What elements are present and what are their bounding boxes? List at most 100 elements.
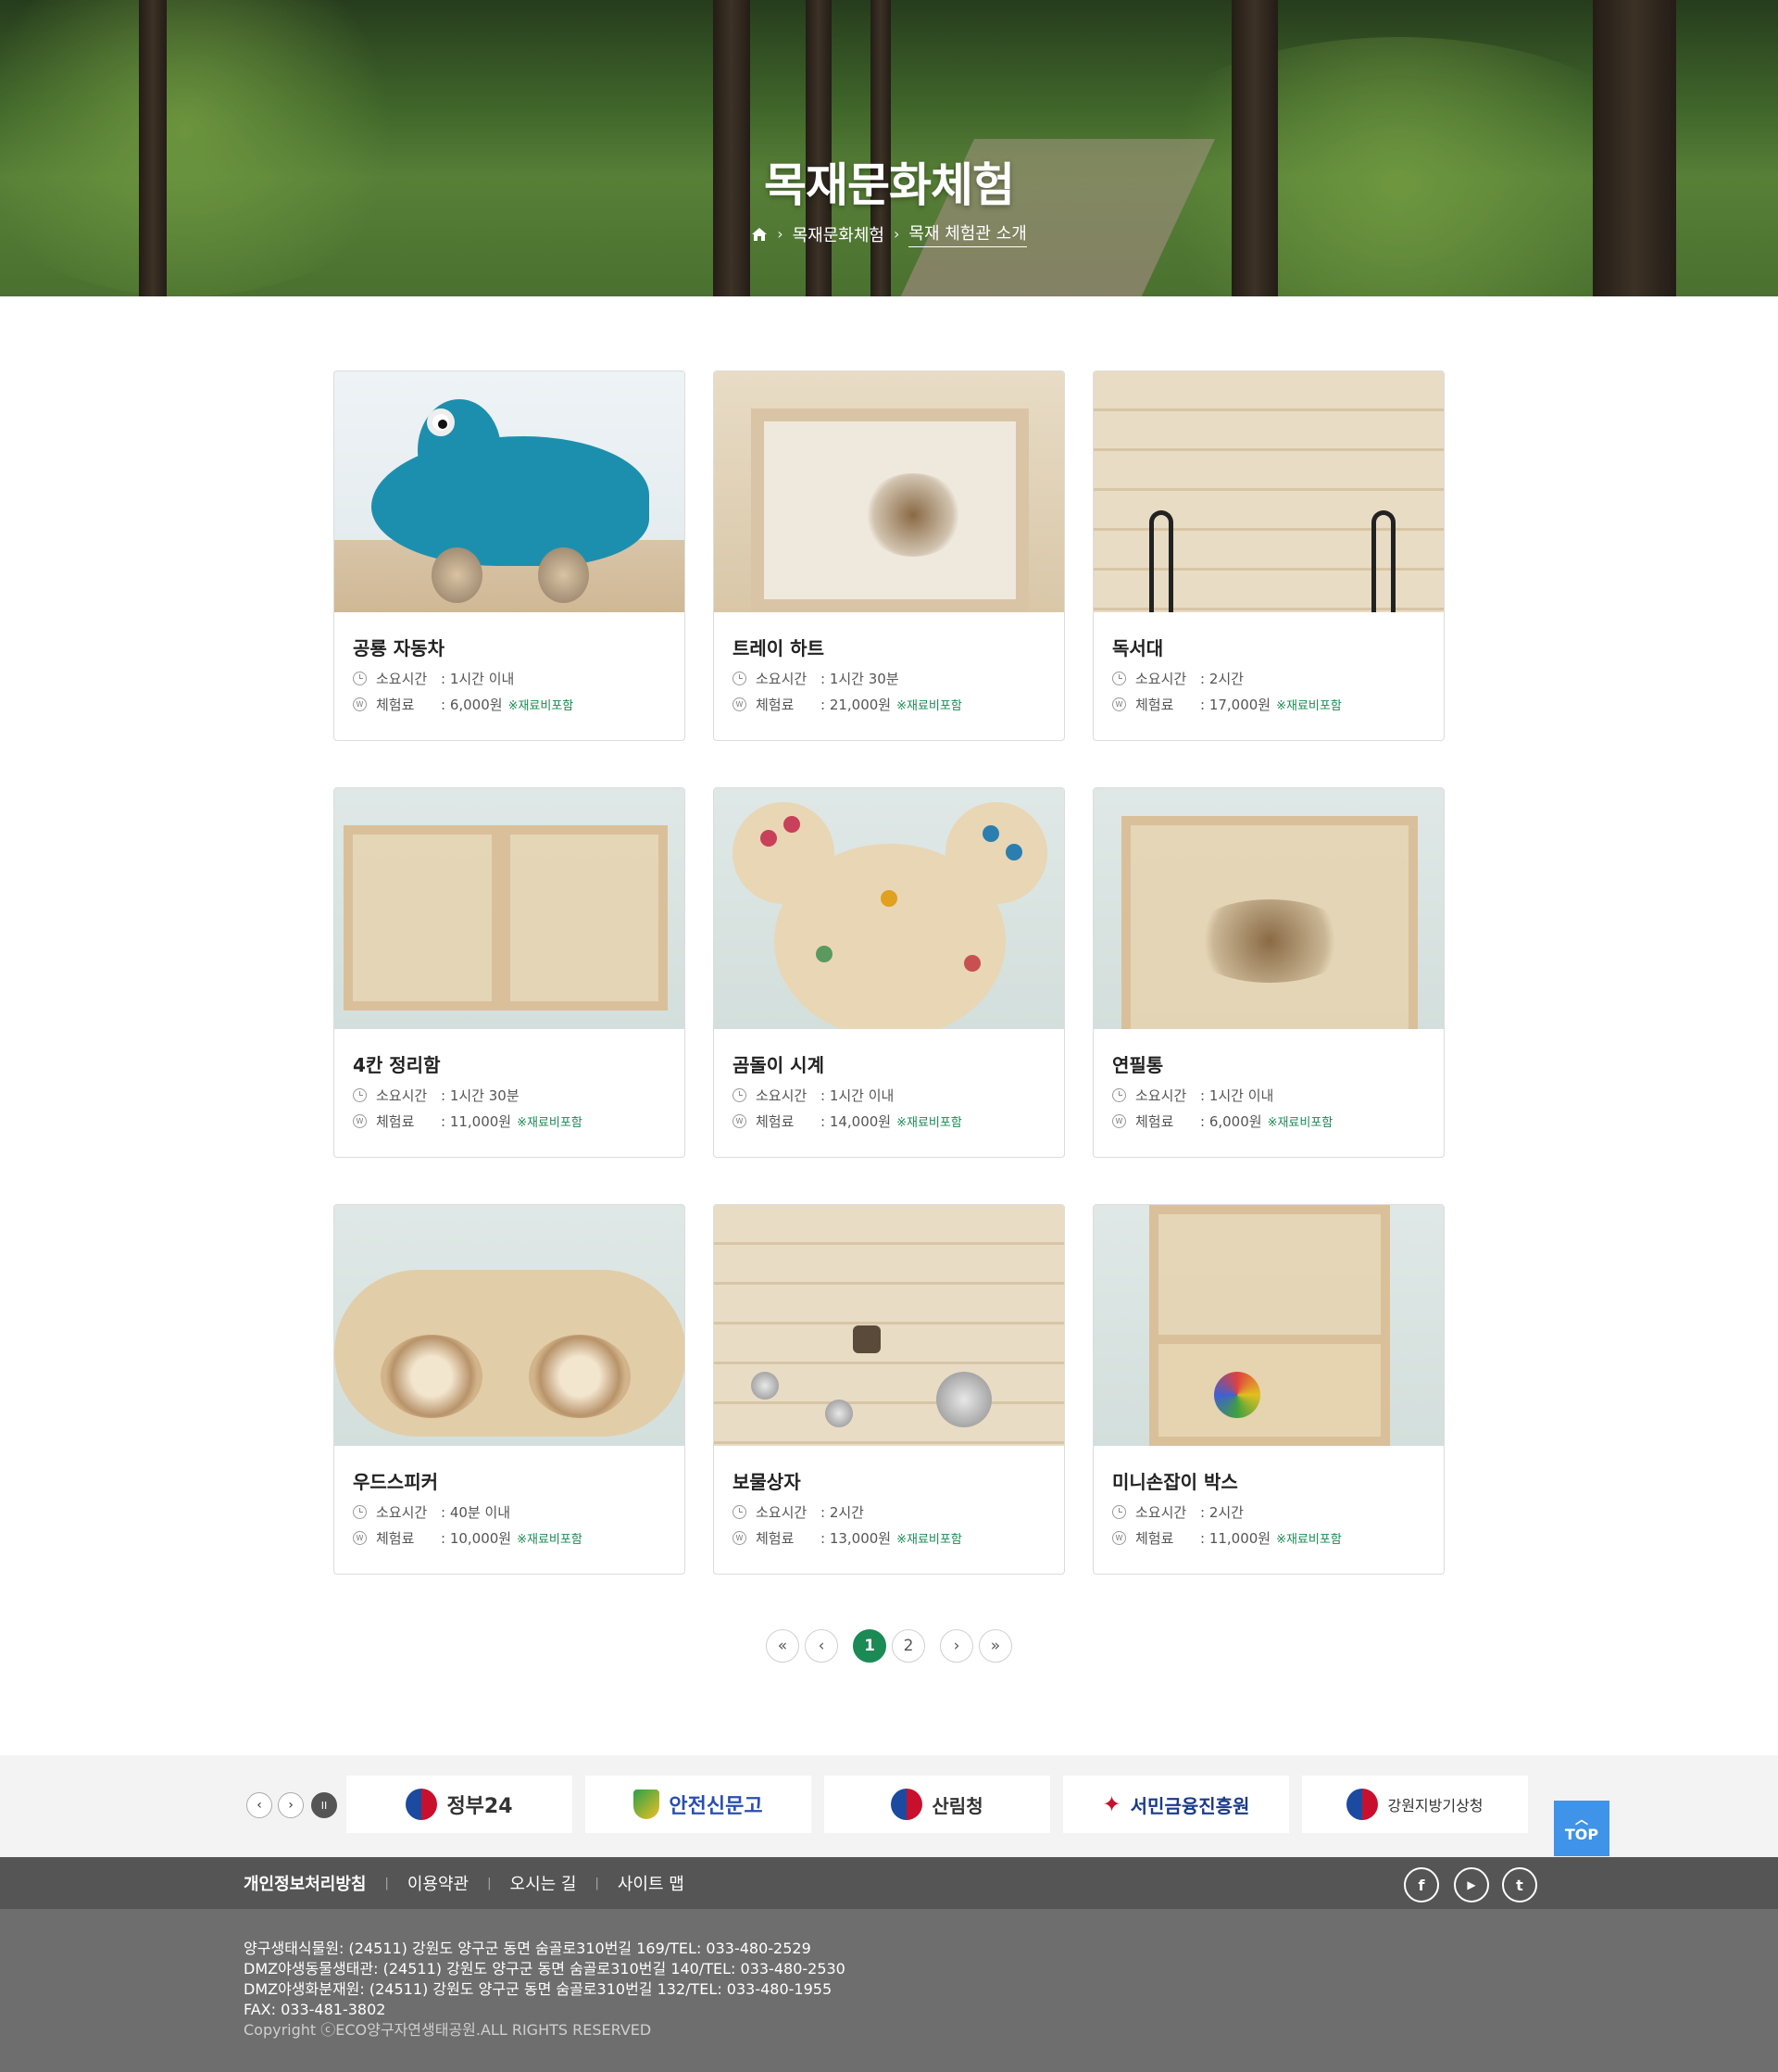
fee-note: ※재료비포함 bbox=[1276, 699, 1342, 713]
fee-value: : 14,000원 bbox=[820, 1113, 892, 1130]
clock-icon bbox=[1112, 1505, 1126, 1519]
facebook-icon[interactable]: f bbox=[1404, 1867, 1439, 1902]
fee-note: ※재료비포함 bbox=[507, 699, 574, 713]
fee-label: 체험료 bbox=[756, 1113, 795, 1130]
fee-value: : 13,000원 bbox=[820, 1530, 892, 1547]
fee-note: ※재료비포함 bbox=[896, 699, 962, 713]
chevron-up-icon: ︿ bbox=[1575, 1812, 1588, 1827]
program-card[interactable]: 미니손잡이 박스 소요시간: 2시간 W 체험료: 11,000원 ※재료비포함 bbox=[1093, 1204, 1445, 1575]
chevron-right-icon: › bbox=[893, 225, 900, 243]
clock-icon bbox=[353, 1088, 367, 1102]
fee-label: 체험료 bbox=[376, 1530, 415, 1547]
time-value: : 1시간 이내 bbox=[1200, 1087, 1274, 1104]
program-card[interactable]: 트레이 하트 소요시간: 1시간 30분 W 체험료: 21,000원 ※재료비포함 bbox=[713, 370, 1065, 741]
program-card[interactable]: 4칸 정리함 소요시간: 1시간 30분 W 체험료: 11,000원 ※재료비포함 bbox=[333, 787, 685, 1158]
chevron-right-icon: › bbox=[777, 225, 783, 243]
address-line: DMZ야생화분재원: (24511) 강원도 양구군 동면 숨골로310번길 1… bbox=[244, 1980, 833, 1998]
banner-kinfa[interactable]: ✦ 서민금융진흥원 bbox=[1063, 1776, 1289, 1833]
fee-value: : 10,000원 bbox=[441, 1530, 512, 1547]
fee-label: 체험료 bbox=[756, 1530, 795, 1547]
address-line: DMZ야생동물생태관: (24511) 강원도 양구군 동면 숨골로310번길 … bbox=[244, 1960, 845, 1978]
fee-label: 체험료 bbox=[376, 1113, 415, 1130]
time-label: 소요시간 bbox=[376, 671, 428, 687]
time-label: 소요시간 bbox=[756, 671, 808, 687]
taegeuk-logo-icon bbox=[891, 1789, 923, 1820]
fee-value: : 11,000원 bbox=[1200, 1530, 1271, 1547]
time-label: 소요시간 bbox=[1135, 1504, 1187, 1521]
program-image bbox=[1094, 788, 1444, 1029]
prev-page-button[interactable]: ‹ bbox=[805, 1629, 838, 1663]
program-image bbox=[1094, 1205, 1444, 1446]
time-label: 소요시간 bbox=[376, 1087, 428, 1104]
banner-next-button[interactable]: › bbox=[278, 1792, 304, 1818]
clock-icon bbox=[732, 672, 746, 685]
program-image bbox=[714, 371, 1064, 612]
scroll-top-button[interactable]: ︿ TOP bbox=[1554, 1801, 1609, 1856]
first-page-button[interactable]: « bbox=[766, 1629, 799, 1663]
banner-weather-office[interactable]: 강원지방기상청 bbox=[1302, 1776, 1528, 1833]
won-icon: W bbox=[1112, 697, 1126, 711]
fee-value: : 6,000원 bbox=[441, 697, 503, 713]
won-icon: W bbox=[353, 697, 367, 711]
time-label: 소요시간 bbox=[1135, 671, 1187, 687]
program-title: 독서대 bbox=[1112, 637, 1164, 659]
breadcrumb: › 목재문화체험 › 목재 체험관 소개 bbox=[0, 220, 1778, 247]
program-card[interactable]: 독서대 소요시간: 2시간 W 체험료: 17,000원 ※재료비포함 bbox=[1093, 370, 1445, 741]
hero-banner: 목재문화체험 › 목재문화체험 › 목재 체험관 소개 bbox=[0, 0, 1778, 296]
fax-line: FAX: 033-481-3802 bbox=[244, 2001, 386, 2018]
fee-value: : 6,000원 bbox=[1200, 1113, 1262, 1130]
breadcrumb-current[interactable]: 목재 체험관 소개 bbox=[908, 220, 1027, 247]
kinfa-logo-icon: ✦ bbox=[1102, 1791, 1121, 1817]
terms-link[interactable]: 이용약관 bbox=[389, 1871, 487, 1895]
banner-pause-button[interactable]: II bbox=[311, 1792, 337, 1818]
clock-icon bbox=[1112, 1088, 1126, 1102]
address-line: 양구생태식물원: (24511) 강원도 양구군 동면 숨골로310번길 169… bbox=[244, 1940, 811, 1957]
fee-note: ※재료비포함 bbox=[517, 1116, 582, 1130]
breadcrumb-item[interactable]: 목재문화체험 bbox=[793, 222, 884, 246]
won-icon: W bbox=[353, 1531, 367, 1545]
won-icon: W bbox=[732, 697, 746, 711]
program-image bbox=[1094, 371, 1444, 612]
program-card[interactable]: 보물상자 소요시간: 2시간 W 체험료: 13,000원 ※재료비포함 bbox=[713, 1204, 1065, 1575]
program-card[interactable]: 우드스피커 소요시간: 40분 이내 W 체험료: 10,000원 ※재료비포함 bbox=[333, 1204, 685, 1575]
time-label: 소요시간 bbox=[376, 1504, 428, 1521]
banner-label: 산림청 bbox=[932, 1794, 983, 1817]
shield-logo-icon bbox=[633, 1789, 660, 1819]
page-1-button[interactable]: 1 bbox=[853, 1629, 886, 1663]
banner-prev-button[interactable]: ‹ bbox=[246, 1792, 272, 1818]
clock-icon bbox=[732, 1088, 746, 1102]
banner-label: 서민금융진흥원 bbox=[1130, 1794, 1250, 1817]
privacy-policy-link[interactable]: 개인정보처리방침 bbox=[244, 1871, 384, 1895]
program-card[interactable]: 연필통 소요시간: 1시간 이내 W 체험료: 6,000원 ※재료비포함 bbox=[1093, 787, 1445, 1158]
program-card[interactable]: 공룡 자동차 소요시간: 1시간 이내 W 체험료: 6,000원 ※재료비포함 bbox=[333, 370, 685, 741]
fee-note: ※재료비포함 bbox=[517, 1533, 582, 1547]
pagination: « ‹ 1 2 › » bbox=[0, 1629, 1778, 1663]
program-card[interactable]: 곰돌이 시계 소요시간: 1시간 이내 W 체험료: 14,000원 ※재료비포함 bbox=[713, 787, 1065, 1158]
copyright: Copyright ⓒECO양구자연생태공원.ALL RIGHTS RESERV… bbox=[244, 2021, 652, 2039]
page-2-button[interactable]: 2 bbox=[892, 1629, 925, 1663]
clock-icon bbox=[732, 1505, 746, 1519]
program-image bbox=[334, 371, 684, 612]
banner-safety-report[interactable]: 안전신문고 bbox=[585, 1776, 811, 1833]
banner-forest-service[interactable]: 산림청 bbox=[824, 1776, 1050, 1833]
next-page-button[interactable]: › bbox=[940, 1629, 973, 1663]
home-icon[interactable] bbox=[751, 227, 768, 242]
program-title: 트레이 하트 bbox=[732, 637, 824, 659]
last-page-button[interactable]: » bbox=[979, 1629, 1012, 1663]
twitter-icon[interactable]: t bbox=[1502, 1867, 1537, 1902]
program-title: 4칸 정리함 bbox=[353, 1054, 441, 1076]
program-title: 연필통 bbox=[1112, 1054, 1164, 1076]
fee-value: : 17,000원 bbox=[1200, 697, 1271, 713]
banner-label: 강원지방기상청 bbox=[1387, 1797, 1484, 1815]
won-icon: W bbox=[732, 1531, 746, 1545]
footer-nav: 개인정보처리방침 | 이용약관 | 오시는 길 | 사이트 맵 f ▶ t bbox=[0, 1857, 1778, 1909]
banner-gov24[interactable]: 정부24 bbox=[346, 1776, 572, 1833]
fee-label: 체험료 bbox=[1135, 697, 1174, 713]
sitemap-link[interactable]: 사이트 맵 bbox=[599, 1871, 703, 1895]
directions-link[interactable]: 오시는 길 bbox=[492, 1871, 595, 1895]
footer-info: 양구생태식물원: (24511) 강원도 양구군 동면 숨골로310번길 169… bbox=[0, 1909, 1778, 2072]
time-value: : 1시간 이내 bbox=[441, 671, 515, 687]
program-image bbox=[334, 788, 684, 1029]
youtube-icon[interactable]: ▶ bbox=[1454, 1867, 1489, 1902]
clock-icon bbox=[353, 672, 367, 685]
